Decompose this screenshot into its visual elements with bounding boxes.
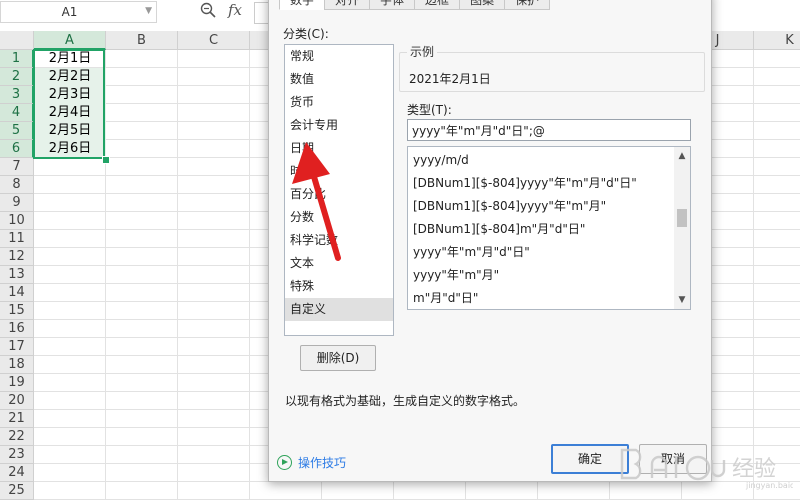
category-item[interactable]: 特殊 <box>285 275 393 298</box>
cell-a6[interactable]: 2月6日 <box>34 140 106 158</box>
category-item[interactable]: 文本 <box>285 252 393 275</box>
tab-2[interactable]: 字体 <box>369 0 416 10</box>
type-list-item[interactable]: m"月"d"日" <box>408 287 674 310</box>
row-header-25[interactable]: 25 <box>0 482 34 500</box>
delete-button[interactable]: 删除(D) <box>300 345 376 371</box>
row-header-23[interactable]: 23 <box>0 446 34 464</box>
category-item[interactable]: 日期 <box>285 137 393 160</box>
tab-3[interactable]: 边框 <box>414 0 461 10</box>
column-header-c[interactable]: C <box>178 31 250 50</box>
type-list-item[interactable]: yyyy/m/d <box>408 149 674 172</box>
cancel-button[interactable]: 取消 <box>639 444 707 474</box>
scroll-up-icon[interactable]: ▲ <box>674 149 690 163</box>
tips-link[interactable]: 操作技巧 <box>277 454 346 471</box>
scroll-thumb[interactable] <box>677 209 687 227</box>
category-item[interactable]: 数值 <box>285 68 393 91</box>
tips-link-label: 操作技巧 <box>298 456 347 470</box>
category-item[interactable]: 分数 <box>285 206 393 229</box>
category-item[interactable]: 科学记数 <box>285 229 393 252</box>
row-header-3[interactable]: 3 <box>0 86 34 104</box>
row-header-4[interactable]: 4 <box>0 104 34 122</box>
row-header-6[interactable]: 6 <box>0 140 34 158</box>
row-header-13[interactable]: 13 <box>0 266 34 284</box>
tab-0[interactable]: 数字 <box>279 0 326 10</box>
row-header-24[interactable]: 24 <box>0 464 34 482</box>
type-list-scrollbar[interactable]: ▲ ▼ <box>674 147 690 309</box>
type-list-item[interactable]: [DBNum1][$-804]yyyy"年"m"月"d"日" <box>408 172 674 195</box>
cell-a4[interactable]: 2月4日 <box>34 104 106 122</box>
type-list-items: yyyy/m/d [DBNum1][$-804]yyyy"年"m"月"d"日" [D… <box>408 149 674 310</box>
category-item[interactable]: 时间 <box>285 160 393 183</box>
row-header-11[interactable]: 11 <box>0 230 34 248</box>
format-description: 以现有格式为基础，生成自定义的数字格式。 <box>285 394 526 408</box>
tab-1[interactable]: 对齐 <box>324 0 371 10</box>
row-header-5[interactable]: 5 <box>0 122 34 140</box>
category-item[interactable]: 货币 <box>285 91 393 114</box>
row-header-9[interactable]: 9 <box>0 194 34 212</box>
row-header-22[interactable]: 22 <box>0 428 34 446</box>
row-header-1[interactable]: 1 <box>0 50 34 68</box>
tab-5[interactable]: 保护 <box>504 0 551 10</box>
row-header-12[interactable]: 12 <box>0 248 34 266</box>
ok-button[interactable]: 确定 <box>551 444 629 474</box>
tab-4[interactable]: 图案 <box>459 0 506 10</box>
row-header-7[interactable]: 7 <box>0 158 34 176</box>
row-header-8[interactable]: 8 <box>0 176 34 194</box>
row-header-2[interactable]: 2 <box>0 68 34 86</box>
cell-a2[interactable]: 2月2日 <box>34 68 106 86</box>
row-header-17[interactable]: 17 <box>0 338 34 356</box>
sample-value: 2021年2月1日 <box>409 72 491 86</box>
row-header-15[interactable]: 15 <box>0 302 34 320</box>
type-list-item[interactable]: [DBNum1][$-804]m"月"d"日" <box>408 218 674 241</box>
type-list[interactable]: yyyy/m/d [DBNum1][$-804]yyyy"年"m"月"d"日" [D… <box>407 146 691 310</box>
row-header-20[interactable]: 20 <box>0 392 34 410</box>
type-list-item[interactable]: [DBNum1][$-804]yyyy"年"m"月" <box>408 195 674 218</box>
play-icon <box>277 455 292 470</box>
fill-handle[interactable] <box>102 156 110 164</box>
category-item[interactable]: 自定义 <box>285 298 393 321</box>
cell-a3[interactable]: 2月3日 <box>34 86 106 104</box>
column-header-k[interactable]: K <box>754 31 800 50</box>
row-header-14[interactable]: 14 <box>0 284 34 302</box>
cell-a1[interactable]: 2月1日 <box>34 50 106 68</box>
zoom-icon[interactable] <box>200 2 216 22</box>
row-header-21[interactable]: 21 <box>0 410 34 428</box>
type-list-item[interactable]: yyyy"年"m"月"d"日" <box>408 241 674 264</box>
row-header-19[interactable]: 19 <box>0 374 34 392</box>
name-box[interactable]: A1 ▼ <box>0 1 157 23</box>
format-cells-dialog: 数字 对齐 字体 边框 图案 保护 分类(C): 常规 数值 货币 会计专用 日期 时间 百分比 分数科… <box>268 0 712 482</box>
category-item[interactable]: 百分比 <box>285 183 393 206</box>
category-list[interactable]: 常规 数值 货币 会计专用 日期 时间 百分比 分数 科学记数 文本 特殊 自定义 <box>284 44 394 336</box>
row-header-10[interactable]: 10 <box>0 212 34 230</box>
chevron-down-icon[interactable]: ▼ <box>145 6 152 16</box>
type-label: 类型(T): <box>407 103 452 117</box>
function-icon[interactable]: fx <box>228 1 242 19</box>
category-item[interactable]: 常规 <box>285 45 393 68</box>
type-input[interactable] <box>407 119 691 141</box>
row-header-18[interactable]: 18 <box>0 356 34 374</box>
select-all-corner[interactable] <box>0 31 34 50</box>
column-header-b[interactable]: B <box>106 31 178 50</box>
dialog-tabs: 数字 对齐 字体 边框 图案 保护 <box>279 0 551 11</box>
sample-title: 示例 <box>407 43 438 60</box>
scroll-down-icon[interactable]: ▼ <box>674 293 690 307</box>
category-item[interactable]: 会计专用 <box>285 114 393 137</box>
category-label: 分类(C): <box>283 27 329 41</box>
column-header-a[interactable]: A <box>34 31 106 50</box>
row-header-16[interactable]: 16 <box>0 320 34 338</box>
type-list-item[interactable]: yyyy"年"m"月" <box>408 264 674 287</box>
name-box-value: A1 <box>61 5 78 19</box>
cell-a5[interactable]: 2月5日 <box>34 122 106 140</box>
